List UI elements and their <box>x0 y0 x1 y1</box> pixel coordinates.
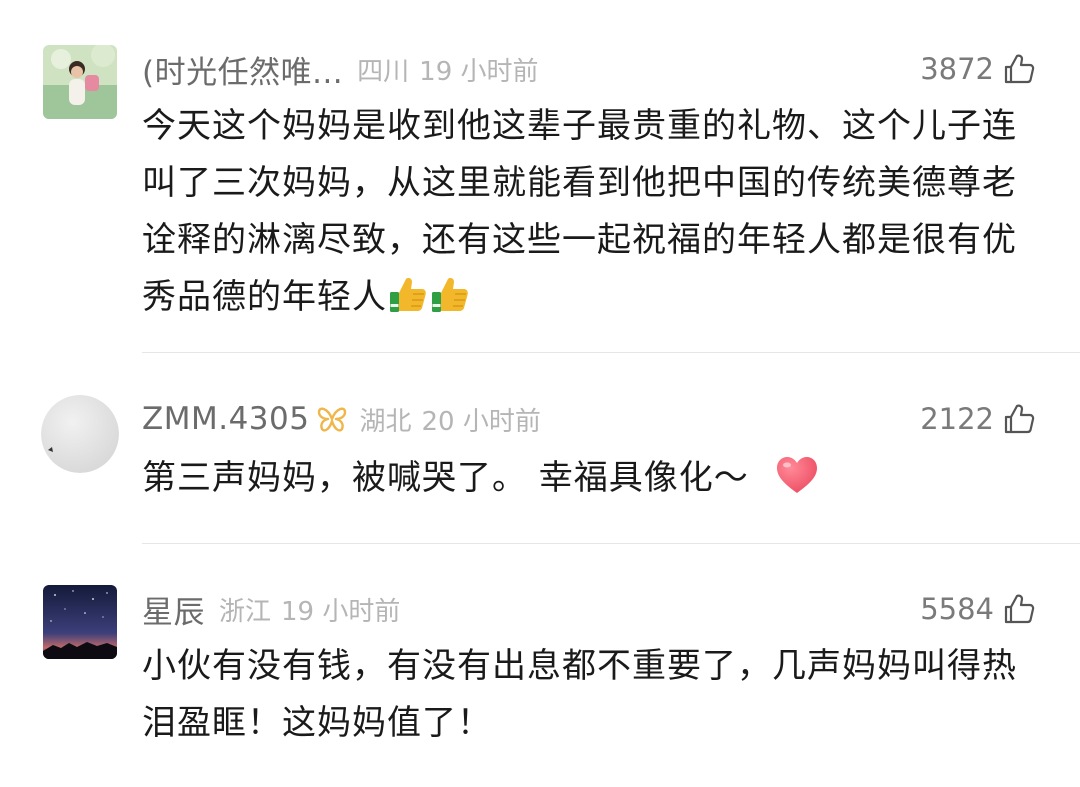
butterfly-badge-icon <box>315 404 349 434</box>
avatar-image <box>43 585 117 659</box>
avatar[interactable] <box>43 585 117 659</box>
like-count: 5584 <box>920 592 994 626</box>
username[interactable]: (时光任然唯... <box>142 47 343 92</box>
location-label: 四川 <box>357 56 410 87</box>
avatar[interactable] <box>41 395 119 473</box>
comment-text-body: 小伙有没有钱，有没有出息都不重要了，几声妈妈叫得热泪盈眶！这妈妈值了！ <box>142 646 1017 743</box>
comment-text-body: 第三声妈妈，被喊哭了。 幸福具像化～ <box>142 458 749 498</box>
heart-emoji <box>775 455 819 513</box>
username[interactable]: 星辰 <box>142 587 205 632</box>
location-label: 湖北 <box>359 406 412 437</box>
avatar[interactable] <box>43 45 117 119</box>
like-count: 2122 <box>920 402 994 436</box>
like-count: 3872 <box>920 52 994 86</box>
like-button[interactable]: 2122 <box>920 397 1036 441</box>
avatar-image <box>41 395 119 473</box>
divider <box>142 352 1080 353</box>
like-button[interactable]: 3872 <box>920 47 1036 91</box>
like-button[interactable]: 5584 <box>920 587 1036 631</box>
thumbs-up-icon <box>1004 404 1035 434</box>
comment-text: 今天这个妈妈是收到他这辈子最贵重的礼物、这个儿子连叫了三次妈妈，从这里就能看到他… <box>142 98 1047 332</box>
comment-text: 小伙有没有钱，有没有出息都不重要了，几声妈妈叫得热泪盈眶！这妈妈值了！ <box>142 638 1047 752</box>
thumbs-up-emoji <box>387 274 429 332</box>
comment-text-body: 今天这个妈妈是收到他这辈子最贵重的礼物、这个儿子连叫了三次妈妈，从这里就能看到他… <box>142 106 1017 317</box>
username[interactable]: ZMM.4305 <box>142 401 309 437</box>
divider <box>142 543 1080 544</box>
thumbs-up-icon <box>1004 594 1035 624</box>
comment-text: 第三声妈妈，被喊哭了。 幸福具像化～ <box>142 450 1047 513</box>
timestamp: 19 小时前 <box>419 56 539 87</box>
location-label: 浙江 <box>219 596 272 627</box>
avatar-image <box>43 45 117 119</box>
thumbs-up-icon <box>1004 54 1035 84</box>
timestamp: 19 小时前 <box>281 596 401 627</box>
thumbs-up-emoji <box>429 274 471 332</box>
timestamp: 20 小时前 <box>421 406 541 437</box>
